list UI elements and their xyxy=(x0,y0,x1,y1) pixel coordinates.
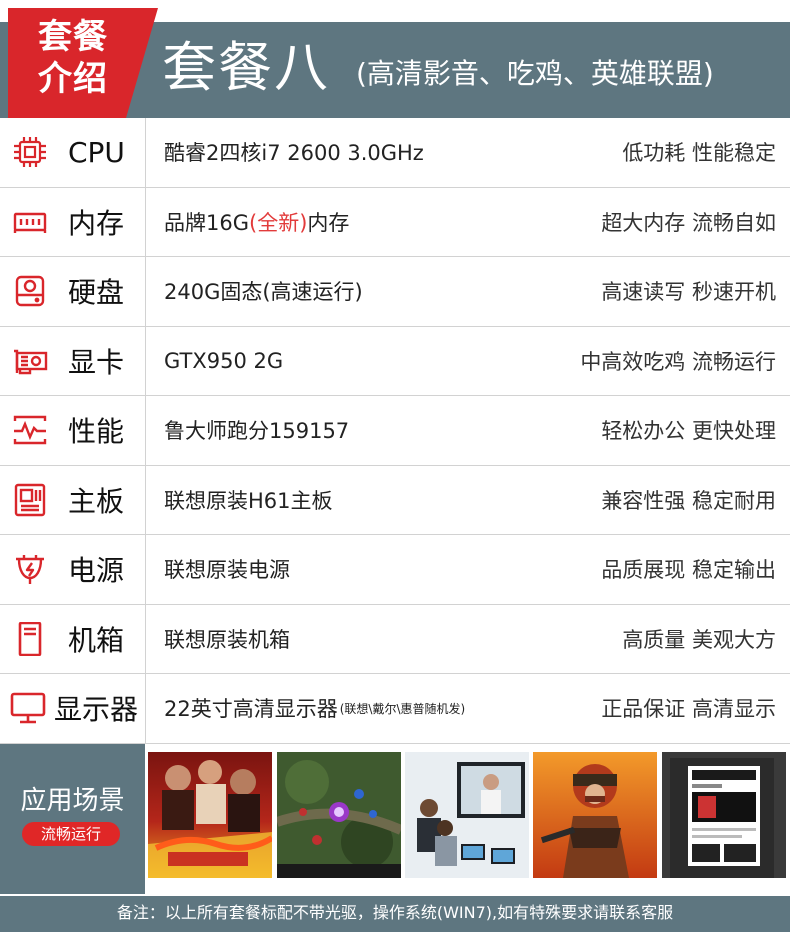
battle-royale-game-image xyxy=(533,752,657,878)
spec-name: 显示器 xyxy=(54,693,139,727)
spec-value: 联想原装H61主板 xyxy=(164,488,333,513)
spec-value-text: 品牌16G xyxy=(164,210,249,235)
scenes-label-panel: 应用场景 流畅运行 xyxy=(0,744,145,894)
spec-label-cell: 性能 xyxy=(0,396,146,465)
spec-value-note: (联想\戴尔\惠普随机发) xyxy=(339,701,466,716)
footer-note: 备注：以上所有套餐标配不带光驱，操作系统(WIN7),如有特殊要求请联系客服 xyxy=(0,896,790,932)
spec-value: 品牌16G (全新) 内存 xyxy=(164,188,349,257)
spec-desc: 轻松办公 更快处理 xyxy=(601,419,776,444)
spec-row-disk: 硬盘 240G固态(高速运行) 高速读写 秒速开机 xyxy=(0,257,790,327)
spec-name: 主板 xyxy=(68,484,125,518)
monitor-icon xyxy=(10,691,46,725)
spec-desc: 高速读写 秒速开机 xyxy=(601,280,776,305)
spec-table: CPU 酷睿2四核i7 2600 3.0GHz 低功耗 性能稳定 内存 品牌16… xyxy=(0,118,790,744)
header: 套餐 介绍 套餐八 (高清影音、吃鸡、英雄联盟) xyxy=(0,0,790,118)
performance-icon xyxy=(12,413,48,447)
video-meeting-image xyxy=(405,752,529,878)
spec-label-cell: 电源 xyxy=(0,535,146,604)
spec-desc: 正品保证 高清显示 xyxy=(601,697,776,722)
spec-desc: 低功耗 性能稳定 xyxy=(622,141,776,166)
power-icon xyxy=(12,552,48,586)
header-tag-line1: 套餐 xyxy=(38,17,108,57)
spec-label-cell: 硬盘 xyxy=(0,257,146,326)
header-tag: 套餐 介绍 xyxy=(18,16,128,100)
spec-value: GTX950 2G xyxy=(164,348,284,373)
spec-name: 显卡 xyxy=(68,345,125,379)
photoshop-image xyxy=(662,752,786,878)
spec-row-motherboard: 主板 联想原装H61主板 兼容性强 稳定耐用 xyxy=(0,465,790,535)
application-scenes: 应用场景 流畅运行 xyxy=(0,744,790,894)
spec-desc: 超大内存 流畅自如 xyxy=(601,210,776,235)
spec-name: 硬盘 xyxy=(68,276,125,310)
spec-value: 联想原装机箱 xyxy=(164,627,290,652)
spec-label-cell: 机箱 xyxy=(0,604,146,673)
disk-icon xyxy=(12,274,48,308)
spec-name: CPU xyxy=(68,135,125,169)
spec-desc: 中高效吃鸡 流畅运行 xyxy=(580,349,776,374)
spec-row-memory: 内存 品牌16G (全新) 内存 超大内存 流畅自如 xyxy=(0,187,790,257)
spec-name: 内存 xyxy=(68,206,125,240)
spec-label-cell: 显示器 xyxy=(0,674,146,743)
spec-label-cell: 主板 xyxy=(0,465,146,534)
spec-row-case: 机箱 联想原装机箱 高质量 美观大方 xyxy=(0,604,790,674)
cpu-icon xyxy=(12,135,48,169)
movie-poster-image xyxy=(148,752,272,878)
spec-name: 电源 xyxy=(68,554,125,588)
spec-value-text-end: 内存 xyxy=(307,210,350,235)
spec-row-gpu: 显卡 GTX950 2G 中高效吃鸡 流畅运行 xyxy=(0,326,790,396)
motherboard-icon xyxy=(12,483,48,517)
spec-value-text: 22英寸高清显示器 xyxy=(164,697,338,722)
gpu-icon xyxy=(12,344,48,378)
spec-label-cell: CPU xyxy=(0,118,146,187)
case-icon xyxy=(12,621,48,656)
spec-value: 240G固态(高速运行) xyxy=(164,280,363,305)
spec-value: 22英寸高清显示器 (联想\戴尔\惠普随机发) xyxy=(164,674,465,743)
spec-name: 机箱 xyxy=(68,623,125,657)
spec-desc: 高质量 美观大方 xyxy=(622,627,776,652)
spec-row-performance: 性能 鲁大师跑分159157 轻松办公 更快处理 xyxy=(0,396,790,466)
spec-row-monitor: 显示器 22英寸高清显示器 (联想\戴尔\惠普随机发) 正品保证 高清显示 xyxy=(0,674,790,744)
spec-value: 联想原装电源 xyxy=(164,558,290,583)
spec-desc: 兼容性强 稳定耐用 xyxy=(601,488,776,513)
moba-game-image xyxy=(277,752,401,878)
scenes-title: 应用场景 xyxy=(20,786,125,816)
page-subtitle: (高清影音、吃鸡、英雄联盟) xyxy=(356,57,714,90)
spec-value: 鲁大师跑分159157 xyxy=(164,419,350,444)
spec-name: 性能 xyxy=(68,415,125,449)
spec-value-highlight: (全新) xyxy=(249,210,308,235)
page-title: 套餐八 xyxy=(162,36,330,99)
spec-row-cpu: CPU 酷睿2四核i7 2600 3.0GHz 低功耗 性能稳定 xyxy=(0,118,790,188)
spec-label-cell: 内存 xyxy=(0,187,146,256)
spec-row-power: 电源 联想原装电源 品质展现 稳定输出 xyxy=(0,535,790,605)
memory-icon xyxy=(12,205,48,239)
scenes-badge: 流畅运行 xyxy=(22,822,120,846)
spec-label-cell: 显卡 xyxy=(0,326,146,395)
spec-value: 酷睿2四核i7 2600 3.0GHz xyxy=(164,141,424,166)
spec-desc: 品质展现 稳定输出 xyxy=(601,558,776,583)
header-tag-line2: 介绍 xyxy=(38,59,108,99)
